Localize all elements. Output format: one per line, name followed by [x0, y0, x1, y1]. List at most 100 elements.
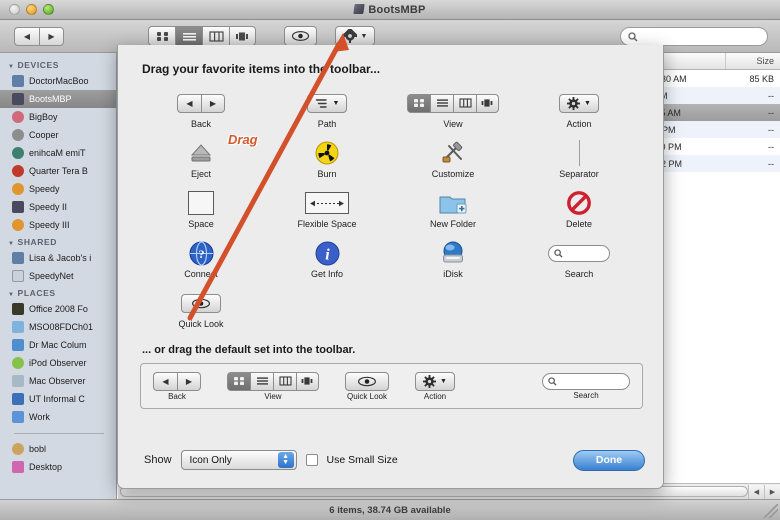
- disk-icon: [12, 111, 24, 123]
- palette-item-connect[interactable]: ? Connect: [138, 238, 264, 288]
- use-small-size-label: Use Small Size: [326, 454, 398, 466]
- nav-buttons: ◀ ▶: [14, 26, 64, 46]
- chevron-down-icon: ▼: [440, 377, 447, 385]
- palette-item-idisk[interactable]: iDisk: [390, 238, 516, 288]
- screen-icon: [12, 252, 24, 264]
- sidebar-item-quarter-tera[interactable]: Quarter Tera B: [0, 162, 116, 180]
- column-header-size[interactable]: Size: [726, 53, 780, 69]
- icon-view-button[interactable]: [148, 26, 175, 46]
- sidebar-item-bigboy[interactable]: BigBoy: [0, 108, 116, 126]
- show-popup-button[interactable]: Icon Only ▲ ▼: [180, 450, 297, 470]
- drive-icon: [353, 3, 366, 14]
- palette-item-path[interactable]: ▼ Path: [264, 88, 390, 138]
- palette-item-customize[interactable]: Customize: [390, 138, 516, 188]
- cell-size: --: [768, 141, 774, 152]
- forward-button[interactable]: ▶: [39, 26, 64, 46]
- sidebar-item-mso08fdch01[interactable]: MSO08FDCh01: [0, 318, 116, 336]
- palette-item-label: Back: [190, 119, 211, 129]
- palette-item-back[interactable]: ◀ ▶ Back: [138, 88, 264, 138]
- quick-look-toolbar-button[interactable]: [284, 26, 317, 46]
- palette-item-eject[interactable]: Eject: [138, 138, 264, 188]
- palette-item-quick-look[interactable]: Quick Look: [138, 288, 264, 338]
- sidebar-item-ut-informal[interactable]: UT Informal C: [0, 390, 116, 408]
- sidebar-header-places[interactable]: ▼ PLACES: [0, 285, 116, 300]
- sidebar-item-cooper[interactable]: Cooper: [0, 126, 116, 144]
- sidebar-item-work[interactable]: Work: [0, 408, 116, 426]
- search-field[interactable]: [620, 27, 768, 46]
- sidebar-header-label: PLACES: [17, 288, 56, 298]
- palette-item-view[interactable]: View: [390, 88, 516, 138]
- palette-item-label: Action: [566, 119, 592, 129]
- view-segmented-control: [148, 26, 256, 46]
- sidebar-item-bobl[interactable]: bobl: [0, 440, 116, 458]
- search-icon: [548, 238, 610, 268]
- sidebar-item-speedy[interactable]: Speedy: [0, 180, 116, 198]
- sidebar-item-speedy-iii[interactable]: Speedy III: [0, 216, 116, 234]
- palette-item-label: Search: [564, 269, 594, 279]
- forward-arrow-icon: ▶: [177, 371, 201, 391]
- sidebar-item-time-machine[interactable]: enihcaM emiT: [0, 144, 116, 162]
- forward-arrow-icon: ▶: [201, 93, 225, 113]
- palette-item-flexible-space[interactable]: Flexible Space: [264, 188, 390, 238]
- sidebar-item-label: Cooper: [29, 130, 59, 140]
- scroll-left-arrow[interactable]: ◀: [748, 484, 764, 499]
- sidebar-item-label: Office 2008 Fo: [29, 304, 88, 314]
- default-toolbar-set[interactable]: ◀ ▶ Back View Quick Look ▼ Action Search: [140, 363, 643, 409]
- sidebar-item-doctormacbook[interactable]: DoctorMacBoo: [0, 72, 116, 90]
- palette-item-new-folder[interactable]: New Folder: [390, 188, 516, 238]
- sidebar-item-ipod-observer[interactable]: iPod Observer: [0, 354, 116, 372]
- palette-item-delete[interactable]: Delete: [516, 188, 642, 238]
- coverflow-view-icon: [236, 32, 248, 40]
- chevron-down-icon: ▼: [360, 32, 368, 40]
- palette-item-search[interactable]: Search: [516, 238, 642, 288]
- blue-folder-icon: [12, 393, 24, 405]
- sidebar-item-bootsmbp[interactable]: BootsMBP: [0, 90, 116, 108]
- sidebar[interactable]: ▼ DEVICES DoctorMacBoo BootsMBP BigBoy Co…: [0, 53, 117, 499]
- path-icon: ▼: [307, 88, 347, 118]
- sidebar-header-shared[interactable]: ▼ SHARED: [0, 234, 116, 249]
- palette-item-label: Space: [188, 219, 214, 229]
- list-view-button[interactable]: [175, 26, 202, 46]
- column-view-button: [453, 93, 476, 113]
- sidebar-item-speedy-ii[interactable]: Speedy II: [0, 198, 116, 216]
- blue-folder-icon: [12, 339, 24, 351]
- palette-item-get-info[interactable]: i Get Info: [264, 238, 390, 288]
- default-item-view[interactable]: View: [227, 371, 319, 401]
- done-button[interactable]: Done: [573, 449, 645, 471]
- back-button[interactable]: ◀: [14, 26, 39, 46]
- disk-icon: [12, 129, 24, 141]
- palette-item-burn[interactable]: Burn: [264, 138, 390, 188]
- palette-item-space[interactable]: Space: [138, 188, 264, 238]
- sidebar-item-lisa-jacobs[interactable]: Lisa & Jacob's i: [0, 249, 116, 267]
- default-item-search[interactable]: Search: [542, 372, 630, 400]
- default-item-back[interactable]: ◀ ▶ Back: [153, 371, 201, 401]
- disk-icon: [12, 183, 24, 195]
- sidebar-item-dr-mac-column[interactable]: Dr Mac Colum: [0, 336, 116, 354]
- resize-grip[interactable]: [764, 504, 778, 518]
- palette-item-action[interactable]: ▼ Action: [516, 88, 642, 138]
- sidebar-item-label: Desktop: [29, 462, 63, 472]
- disclosure-triangle-icon[interactable]: ▼: [8, 64, 15, 70]
- palette-item-separator[interactable]: Separator: [516, 138, 642, 188]
- scroll-right-arrow[interactable]: ▶: [764, 484, 780, 499]
- sidebar-item-speedynet[interactable]: SpeedyNet: [0, 267, 116, 285]
- coverflow-view-button[interactable]: [229, 26, 256, 46]
- default-item-quick-look[interactable]: Quick Look: [345, 371, 389, 401]
- sidebar-item-label: MSO08FDCh01: [29, 322, 94, 332]
- status-text: 6 items, 38.74 GB available: [329, 504, 451, 516]
- sidebar-item-desktop[interactable]: Desktop: [0, 458, 116, 476]
- disclosure-triangle-icon[interactable]: ▼: [8, 241, 15, 247]
- sidebar-item-mac-observer[interactable]: Mac Observer: [0, 372, 116, 390]
- default-item-action[interactable]: ▼ Action: [415, 371, 455, 401]
- use-small-size-checkbox[interactable]: [305, 454, 318, 466]
- search-icon: [542, 372, 630, 390]
- sidebar-header-devices[interactable]: ▼ DEVICES: [0, 57, 116, 72]
- sidebar-item-label: Mac Observer: [29, 376, 86, 386]
- sidebar-item-label: enihcaM emiT: [29, 148, 86, 158]
- screenshot-root: BootsMBP ◀ ▶ ▼ ▼ DEVICES DoctorMacBoo Bo…: [0, 0, 780, 520]
- column-view-button[interactable]: [202, 26, 229, 46]
- laptop-icon: [12, 75, 24, 87]
- action-toolbar-button[interactable]: ▼: [335, 26, 375, 46]
- sidebar-item-office-2008[interactable]: Office 2008 Fo: [0, 300, 116, 318]
- disclosure-triangle-icon[interactable]: ▼: [8, 292, 15, 298]
